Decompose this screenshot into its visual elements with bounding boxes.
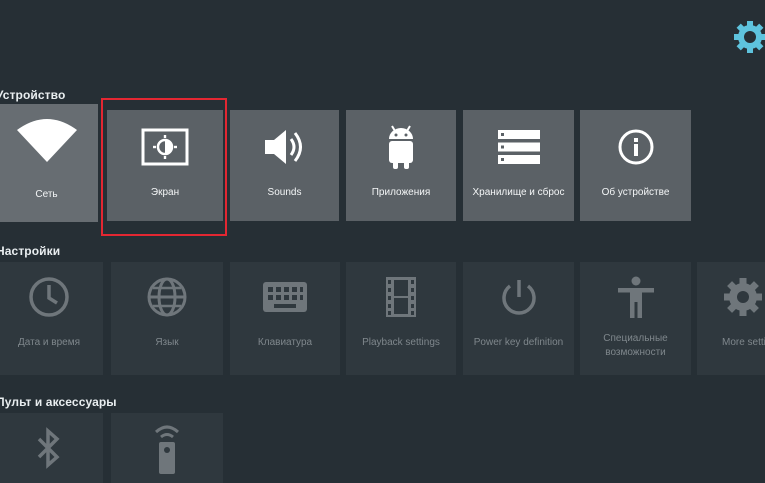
storage-icon <box>497 130 540 164</box>
remote-icon <box>154 425 180 474</box>
globe-icon <box>147 277 187 317</box>
tile-date-time[interactable]: Дата и время <box>0 262 103 375</box>
tile-playback-settings[interactable]: Playback settings <box>346 262 456 375</box>
info-icon <box>618 129 653 165</box>
tile-bluetooth[interactable] <box>0 413 103 483</box>
tile-about-device[interactable]: Об устройстве <box>580 110 691 221</box>
film-icon <box>386 277 416 317</box>
tile-label: More setti <box>722 337 765 348</box>
tile-display[interactable]: Экран <box>107 110 223 221</box>
display-icon <box>141 128 189 166</box>
tile-label: Специальные <box>603 333 668 344</box>
tile-label: Sounds <box>267 187 302 198</box>
power-icon <box>501 280 536 315</box>
clock-icon <box>29 277 69 317</box>
tile-label: Об устройстве <box>601 187 670 198</box>
section-title-remote: Пульт и аксессуары <box>0 395 117 409</box>
accessibility-icon <box>617 276 654 318</box>
tile-power-key-definition[interactable]: Power key definition <box>463 262 574 375</box>
tile-label: Приложения <box>371 187 431 198</box>
section-title-settings: Настройки <box>0 244 61 258</box>
tile-label-line2: возможности <box>605 347 666 358</box>
bluetooth-icon <box>37 427 60 469</box>
settings-gear-button[interactable] <box>731 18 765 56</box>
wifi-icon <box>16 119 77 162</box>
tile-label: Сеть <box>35 189 58 200</box>
volume-icon <box>264 130 302 164</box>
tile-language[interactable]: Язык <box>111 262 223 375</box>
tile-network[interactable]: Сеть <box>0 104 98 222</box>
tile-label: Язык <box>155 337 179 348</box>
tile-keyboard[interactable]: Клавиатура <box>230 262 340 375</box>
gear-icon <box>724 278 762 316</box>
tile-remote[interactable] <box>111 413 223 483</box>
tile-label: Хранилище и сброс <box>472 187 565 198</box>
tile-label: Playback settings <box>362 337 440 348</box>
tile-label: Power key definition <box>473 337 564 348</box>
tile-label: Клавиатура <box>257 337 313 348</box>
tile-storage-reset[interactable]: Хранилище и сброс <box>463 110 574 221</box>
android-icon <box>389 125 413 169</box>
tile-label: Дата и время <box>17 337 80 348</box>
tile-label: Экран <box>150 187 180 198</box>
tile-sounds[interactable]: Sounds <box>230 110 339 221</box>
tile-more-settings[interactable]: More setti <box>697 262 765 375</box>
gear-icon <box>734 21 765 53</box>
tile-accessibility[interactable]: Специальные возможности <box>580 262 691 375</box>
section-title-device: Устройство <box>0 88 66 102</box>
tile-apps[interactable]: Приложения <box>346 110 456 221</box>
keyboard-icon <box>263 282 307 312</box>
